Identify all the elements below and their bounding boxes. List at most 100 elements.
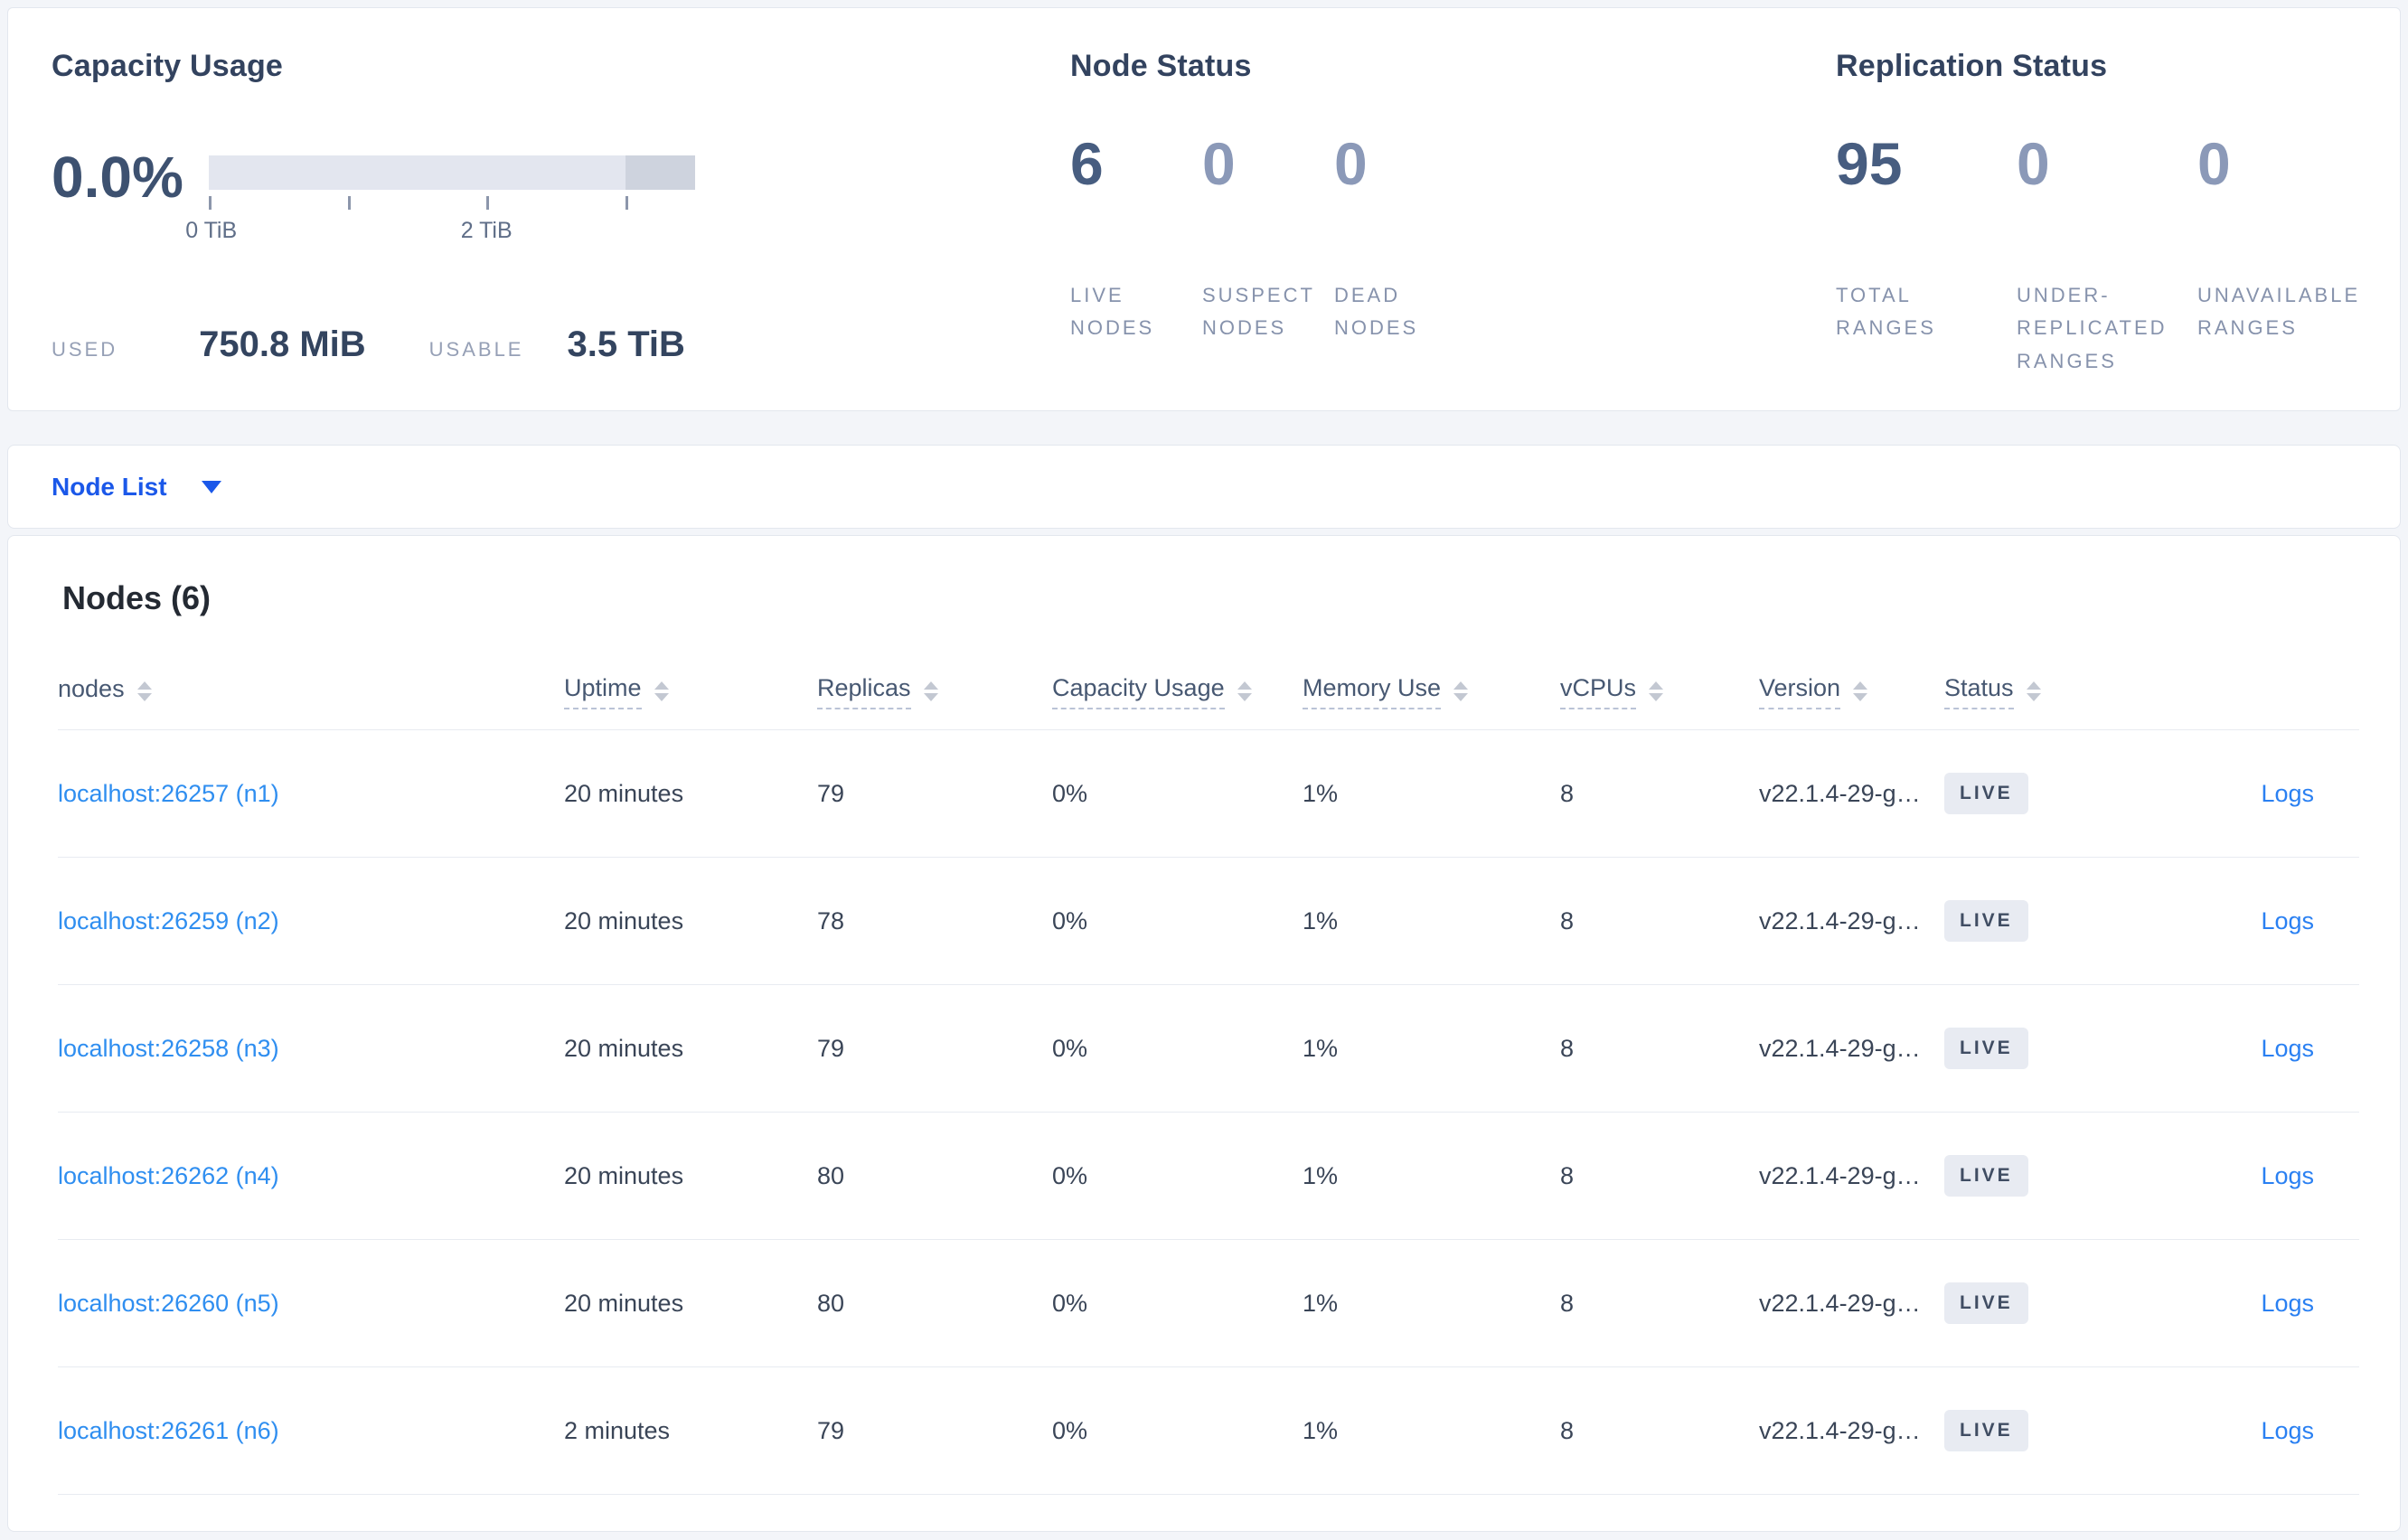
capacity-bar-track xyxy=(209,155,695,190)
table-row: localhost:26258 (n3) 20 minutes 79 0% 1%… xyxy=(58,985,2359,1113)
node-address-cell: localhost:26260 (n5) xyxy=(58,1290,564,1318)
tick-label-0tib: 0 TiB xyxy=(185,218,238,243)
replicas-cell: 80 xyxy=(817,1289,845,1317)
under-replicated-ranges-stat: 0 UNDER-REPLICATED RANGES xyxy=(2017,131,2197,378)
column-label: Capacity Usage xyxy=(1052,674,1225,709)
logs-link[interactable]: Logs xyxy=(2261,1417,2314,1444)
version-cell: v22.1.4-29-g… xyxy=(1759,779,1921,807)
chevron-down-icon xyxy=(201,480,221,493)
tick-mark xyxy=(626,196,629,210)
node-link[interactable]: localhost:26258 (n3) xyxy=(58,1035,279,1062)
sort-icon xyxy=(136,681,152,701)
nodes-table-panel: Nodes (6) nodes Uptime Replicas Capacity… xyxy=(7,535,2401,1532)
capacity-usage-cell: 0% xyxy=(1052,1289,1088,1317)
column-header-capacity-usage[interactable]: Capacity Usage xyxy=(1052,674,1303,709)
node-address-cell: localhost:26258 (n3) xyxy=(58,1035,564,1063)
tick-label-2tib: 2 TiB xyxy=(460,218,513,243)
capacity-usage-values: USED 750.8 MiB USABLE 3.5 TiB xyxy=(52,324,1070,365)
capacity-bar-ticks xyxy=(209,196,695,214)
tick-mark xyxy=(486,196,490,210)
live-nodes-value: 6 xyxy=(1070,130,1104,197)
vcpus-cell: 8 xyxy=(1560,1416,1575,1444)
vcpus-cell: 8 xyxy=(1560,1161,1575,1189)
logs-link[interactable]: Logs xyxy=(2261,1162,2314,1189)
logs-link[interactable]: Logs xyxy=(2261,1035,2314,1062)
version-cell: v22.1.4-29-g… xyxy=(1759,1161,1921,1189)
status-cell: LIVE xyxy=(1944,1410,2152,1451)
table-row: localhost:26257 (n1) 20 minutes 79 0% 1%… xyxy=(58,730,2359,858)
vcpus-cell: 8 xyxy=(1560,1034,1575,1062)
node-address-cell: localhost:26262 (n4) xyxy=(58,1162,564,1190)
capacity-usage-cell: 0% xyxy=(1052,1034,1088,1062)
status-cell: LIVE xyxy=(1944,1282,2152,1324)
vcpus-cell: 8 xyxy=(1560,779,1575,807)
replication-status-title: Replication Status xyxy=(1836,49,2108,83)
capacity-usage-section: Capacity Usage 0.0% 0 TiB 2 TiB USED 750… xyxy=(52,49,1070,410)
usable-value: 3.5 TiB xyxy=(567,324,685,364)
logs-link[interactable]: Logs xyxy=(2261,780,2314,807)
vcpus-cell: 8 xyxy=(1560,906,1575,934)
unavailable-ranges-label: UNAVAILABLE RANGES xyxy=(2197,284,2361,340)
status-cell: LIVE xyxy=(1944,1028,2152,1069)
logs-cell: Logs xyxy=(2152,907,2359,935)
memory-use-cell: 1% xyxy=(1303,779,1339,807)
cluster-overview-page: Capacity Usage 0.0% 0 TiB 2 TiB USED 750… xyxy=(0,0,2408,1539)
table-row: localhost:26261 (n6) 2 minutes 79 0% 1% … xyxy=(58,1367,2359,1495)
suspect-nodes-label: SUSPECT NODES xyxy=(1202,284,1315,340)
dead-nodes-label: DEAD NODES xyxy=(1334,284,1419,340)
total-ranges-label: TOTAL RANGES xyxy=(1836,284,1936,340)
dead-nodes-value: 0 xyxy=(1334,130,1368,197)
used-label: USED xyxy=(52,338,118,361)
replicas-cell: 80 xyxy=(817,1161,845,1189)
capacity-bar-reserved-segment xyxy=(626,155,695,190)
node-link[interactable]: localhost:26261 (n6) xyxy=(58,1417,279,1444)
sort-icon xyxy=(654,681,669,701)
column-header-uptime[interactable]: Uptime xyxy=(564,674,817,709)
under-replicated-ranges-label: UNDER-REPLICATED RANGES xyxy=(2017,284,2168,372)
uptime-cell: 20 minutes xyxy=(564,779,684,807)
sort-icon xyxy=(2026,681,2041,701)
status-cell: LIVE xyxy=(1944,900,2152,942)
version-cell: v22.1.4-29-g… xyxy=(1759,1289,1921,1317)
memory-use-cell: 1% xyxy=(1303,1289,1339,1317)
memory-use-cell: 1% xyxy=(1303,1034,1339,1062)
node-link[interactable]: localhost:26260 (n5) xyxy=(58,1290,279,1317)
column-label: Status xyxy=(1944,674,2014,709)
node-list-dropdown[interactable]: Node List xyxy=(52,473,221,502)
cluster-summary-panel: Capacity Usage 0.0% 0 TiB 2 TiB USED 750… xyxy=(7,7,2401,411)
column-header-vcpus[interactable]: vCPUs xyxy=(1560,674,1759,709)
sort-icon xyxy=(1649,681,1664,701)
node-link[interactable]: localhost:26259 (n2) xyxy=(58,907,279,934)
memory-use-cell: 1% xyxy=(1303,1161,1339,1189)
logs-link[interactable]: Logs xyxy=(2261,1290,2314,1317)
vcpus-cell: 8 xyxy=(1560,1289,1575,1317)
capacity-bar: 0 TiB 2 TiB xyxy=(185,155,695,245)
column-header-nodes[interactable]: nodes xyxy=(58,675,564,709)
used-value: 750.8 MiB xyxy=(199,324,366,364)
capacity-used-percent: 0.0% xyxy=(52,145,183,210)
capacity-usage-title: Capacity Usage xyxy=(52,49,284,83)
logs-link[interactable]: Logs xyxy=(2261,907,2314,934)
logs-cell: Logs xyxy=(2152,1290,2359,1318)
column-label: Uptime xyxy=(564,674,642,709)
column-header-version[interactable]: Version xyxy=(1759,674,1944,709)
node-link[interactable]: localhost:26262 (n4) xyxy=(58,1162,279,1189)
suspect-nodes-value: 0 xyxy=(1202,130,1236,197)
uptime-cell: 20 minutes xyxy=(564,906,684,934)
table-row: localhost:26259 (n2) 20 minutes 78 0% 1%… xyxy=(58,858,2359,985)
column-header-replicas[interactable]: Replicas xyxy=(817,674,1052,709)
column-header-memory-use[interactable]: Memory Use xyxy=(1303,674,1560,709)
memory-use-cell: 1% xyxy=(1303,906,1339,934)
node-table-body: localhost:26257 (n1) 20 minutes 79 0% 1%… xyxy=(58,730,2359,1495)
total-ranges-value: 95 xyxy=(1836,130,1903,197)
dead-nodes-stat: 0 DEAD NODES xyxy=(1334,131,1466,345)
status-cell: LIVE xyxy=(1944,1155,2152,1197)
replicas-cell: 79 xyxy=(817,779,845,807)
column-header-status[interactable]: Status xyxy=(1944,674,2152,709)
node-link[interactable]: localhost:26257 (n1) xyxy=(58,780,279,807)
replication-status-stats: 95 TOTAL RANGES 0 UNDER-REPLICATED RANGE… xyxy=(1836,131,2378,378)
version-cell: v22.1.4-29-g… xyxy=(1759,1416,1921,1444)
suspect-nodes-stat: 0 SUSPECT NODES xyxy=(1202,131,1334,345)
capacity-bar-tick-labels: 0 TiB 2 TiB xyxy=(185,218,695,245)
logs-cell: Logs xyxy=(2152,1162,2359,1190)
